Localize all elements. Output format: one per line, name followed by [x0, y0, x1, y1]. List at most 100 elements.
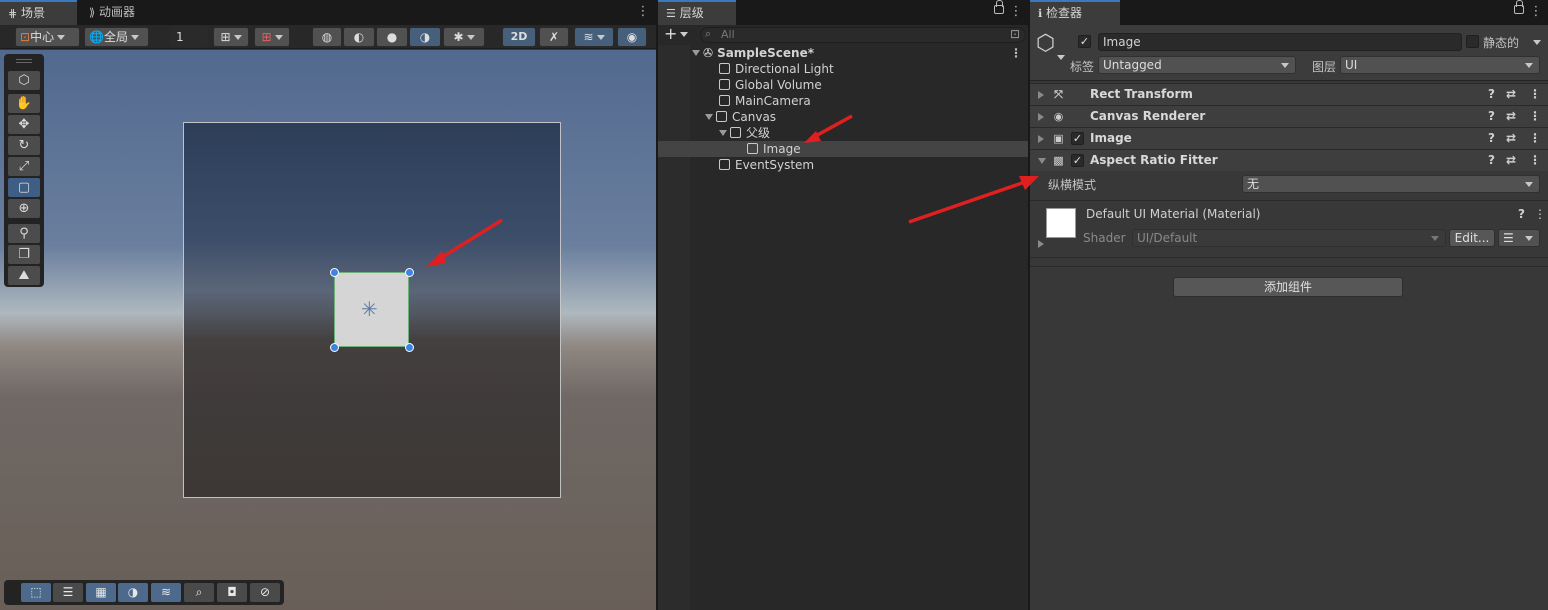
add-component-button[interactable]: 添加组件: [1173, 277, 1403, 297]
component-enabled-checkbox[interactable]: ✓: [1071, 154, 1084, 167]
overlay-layers-button[interactable]: ≋: [151, 583, 181, 602]
component-enabled-checkbox[interactable]: ✓: [1071, 132, 1084, 145]
grid-tool-button[interactable]: ❐: [8, 245, 40, 264]
expand-arrow-icon[interactable]: [705, 114, 713, 120]
foldout-arrow-icon[interactable]: [1038, 158, 1046, 164]
create-button[interactable]: +: [664, 25, 689, 43]
move-tool-button[interactable]: ✥: [8, 115, 40, 134]
material-menu-icon[interactable]: ⋮: [1534, 207, 1546, 221]
audio-toggle-button[interactable]: ✗: [539, 27, 569, 47]
pivot-dropdown[interactable]: ⊡中心: [15, 27, 80, 47]
overlay-lighting-button[interactable]: ◑: [118, 583, 148, 602]
more-menu-icon[interactable]: ⋮: [635, 4, 651, 20]
static-dropdown-icon[interactable]: [1533, 40, 1541, 45]
tag-dropdown[interactable]: Untagged: [1098, 56, 1296, 74]
more-menu-icon[interactable]: ⋮: [1008, 4, 1024, 20]
rect-handle-top-right[interactable]: [405, 268, 414, 277]
foldout-arrow-icon[interactable]: [1038, 113, 1044, 121]
hierarchy-row[interactable]: Canvas: [658, 109, 1028, 125]
hand-tool-button[interactable]: ✋: [8, 94, 40, 113]
hierarchy-row[interactable]: MainCamera: [658, 93, 1028, 109]
preset-icon[interactable]: ⇄: [1506, 84, 1516, 105]
hierarchy-row[interactable]: Directional Light: [658, 61, 1028, 77]
preset-icon[interactable]: ⇄: [1506, 106, 1516, 127]
object-name-input[interactable]: Image: [1098, 33, 1462, 51]
component-menu-icon[interactable]: ⋮: [1529, 106, 1541, 127]
effects-button[interactable]: ≋: [574, 27, 614, 47]
shaded-button[interactable]: ●: [376, 27, 408, 47]
lock-icon[interactable]: [994, 0, 1004, 14]
component-menu-icon[interactable]: ⋮: [1529, 150, 1541, 171]
component-rect-transform[interactable]: ⤧ Rect Transform ? ⇄ ⋮: [1030, 83, 1548, 105]
shaded-wireframe-button[interactable]: ◐: [343, 27, 375, 47]
tab-animator[interactable]: ⟫ 动画器: [81, 0, 145, 25]
tab-inspector[interactable]: ℹ 检查器: [1030, 0, 1120, 25]
hierarchy-row-scene[interactable]: ✇ SampleScene* ⋮: [658, 45, 1028, 61]
help-icon[interactable]: ?: [1488, 150, 1495, 171]
mode-2d-button[interactable]: 2D: [502, 27, 536, 47]
overlay-camera-button[interactable]: ◘: [217, 583, 247, 602]
tab-scene[interactable]: ⋕ 场景: [0, 0, 77, 25]
image-rect[interactable]: ✳: [334, 272, 409, 347]
debug-draw-button[interactable]: ✱: [443, 27, 485, 47]
grid-snap-button[interactable]: ⊞: [213, 27, 249, 47]
row-menu-icon[interactable]: ⋮: [1010, 45, 1022, 61]
shader-options-dropdown[interactable]: ☰: [1498, 229, 1540, 247]
rect-handle-top-left[interactable]: [330, 268, 339, 277]
scene-viewport[interactable]: ✳: [0, 50, 656, 610]
search-input[interactable]: All: [700, 27, 1026, 43]
foldout-arrow-icon[interactable]: [1038, 91, 1044, 99]
overlay-search-button[interactable]: ⌕: [184, 583, 214, 602]
overlay-gizmo-button[interactable]: ⊘: [250, 583, 280, 602]
help-icon[interactable]: ?: [1488, 106, 1495, 127]
shader-dropdown[interactable]: UI/Default: [1132, 229, 1446, 247]
active-checkbox[interactable]: ✓: [1078, 35, 1091, 48]
hierarchy-row[interactable]: 父级: [658, 125, 1028, 141]
hierarchy-row-selected[interactable]: Image: [658, 141, 1028, 157]
more-menu-icon[interactable]: ⋮: [1528, 4, 1544, 20]
lighting-button[interactable]: ◑: [409, 27, 441, 47]
hierarchy-row[interactable]: Global Volume: [658, 77, 1028, 93]
component-menu-icon[interactable]: ⋮: [1529, 128, 1541, 149]
help-icon[interactable]: ?: [1518, 207, 1525, 221]
component-aspect-ratio-fitter[interactable]: ▩ ✓ Aspect Ratio Fitter ? ⇄ ⋮: [1030, 149, 1548, 171]
overlay-align-button[interactable]: ☰: [53, 583, 83, 602]
help-icon[interactable]: ?: [1488, 128, 1495, 149]
global-dropdown[interactable]: 🌐全局: [84, 27, 149, 47]
shader-edit-button[interactable]: Edit...: [1449, 229, 1495, 247]
lock-icon[interactable]: [1514, 0, 1524, 14]
aspect-mode-dropdown[interactable]: 无: [1242, 175, 1540, 193]
layer-dropdown[interactable]: UI: [1340, 56, 1540, 74]
rect-tool-button[interactable]: ▢: [8, 178, 40, 197]
custom-tool-button[interactable]: ⚲: [8, 224, 40, 243]
rect-handle-bottom-left[interactable]: [330, 343, 339, 352]
icon-dropdown-icon[interactable]: [1057, 55, 1065, 60]
overlay-grid-button[interactable]: ▦: [86, 583, 116, 602]
component-image[interactable]: ▣ ✓ Image ? ⇄ ⋮: [1030, 127, 1548, 149]
tab-hierarchy[interactable]: ☰ 层级: [658, 0, 736, 25]
component-menu-icon[interactable]: ⋮: [1529, 84, 1541, 105]
preset-icon[interactable]: ⇄: [1506, 150, 1516, 171]
help-icon[interactable]: ?: [1488, 84, 1495, 105]
foldout-arrow-icon[interactable]: [1038, 135, 1044, 143]
component-canvas-renderer[interactable]: ◉ Canvas Renderer ? ⇄ ⋮: [1030, 105, 1548, 127]
overlay-rect-button[interactable]: ⬚: [21, 583, 51, 602]
transform-tool-button[interactable]: ⊕: [8, 199, 40, 218]
static-checkbox[interactable]: [1466, 35, 1479, 48]
view-tool-button[interactable]: ⬡: [8, 71, 40, 90]
gameobject-icon: [716, 111, 727, 122]
expand-arrow-icon[interactable]: [692, 50, 700, 56]
rotate-tool-button[interactable]: ↻: [8, 136, 40, 155]
wireframe-button[interactable]: ◍: [312, 27, 342, 47]
scale-tool-button[interactable]: ⤢: [8, 157, 40, 176]
search-options-icon[interactable]: ⊡: [1010, 27, 1020, 41]
terrain-tool-button[interactable]: ⛰: [8, 266, 40, 285]
rect-handle-bottom-right[interactable]: [405, 343, 414, 352]
visibility-button[interactable]: ◉: [617, 27, 647, 47]
hierarchy-row[interactable]: EventSystem: [658, 157, 1028, 173]
increment-snap-button[interactable]: ⊞: [254, 27, 290, 47]
grid-size-input[interactable]: 1: [170, 27, 208, 47]
material-foldout-icon[interactable]: [1038, 240, 1044, 248]
preset-icon[interactable]: ⇄: [1506, 128, 1516, 149]
expand-arrow-icon[interactable]: [719, 130, 727, 136]
